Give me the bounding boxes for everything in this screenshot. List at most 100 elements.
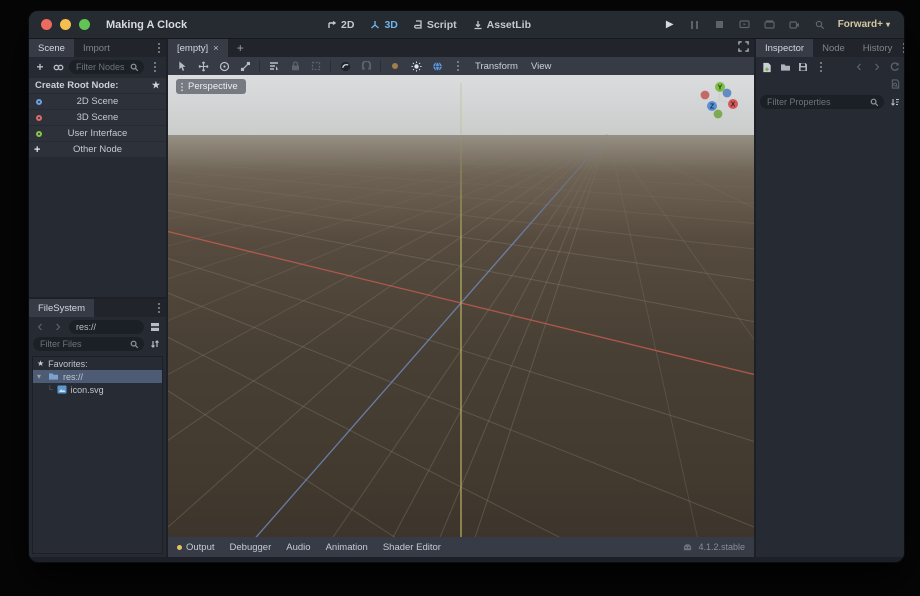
- renderer-dropdown[interactable]: Forward+ ▾: [838, 19, 890, 30]
- history-forward-button[interactable]: ›: [870, 58, 884, 75]
- list-select-button[interactable]: [267, 59, 281, 73]
- filter-properties-input[interactable]: [760, 95, 884, 109]
- movie-maker-button[interactable]: [788, 18, 802, 32]
- bottom-tab-audio[interactable]: Audio: [286, 542, 310, 553]
- filter-nodes-input[interactable]: [69, 60, 144, 74]
- create-3d-scene-button[interactable]: 3D Scene: [29, 110, 166, 125]
- filesystem-tree: ★ Favorites: ▾ res:// └ icon.svg: [32, 356, 163, 554]
- resource-extra-menu-button[interactable]: [814, 66, 828, 68]
- view-menu[interactable]: View: [528, 61, 554, 72]
- new-resource-button[interactable]: [760, 60, 774, 74]
- collapse-caret-icon[interactable]: ▾: [37, 372, 44, 381]
- instance-scene-icon[interactable]: [51, 60, 65, 74]
- ui-scene-icon: [36, 130, 42, 137]
- lock-node-button[interactable]: [288, 59, 302, 73]
- pause-button[interactable]: [688, 18, 702, 32]
- select-mode-button[interactable]: [175, 59, 189, 73]
- scene-tree-menu-button[interactable]: [148, 66, 162, 68]
- bottom-tab-output[interactable]: Output: [177, 542, 215, 553]
- search-icon: [870, 98, 879, 106]
- play-button[interactable]: ▶: [663, 18, 677, 32]
- viewport-extra-menu-button[interactable]: [451, 65, 465, 67]
- godot-editor-window: Making A Clock 2D 3D Script AssetLib ▶ F…: [28, 10, 905, 563]
- tab-import[interactable]: Import: [74, 39, 119, 57]
- window-title: Making A Clock: [106, 18, 188, 31]
- view-axis-gizmo[interactable]: Y X Z: [696, 79, 742, 125]
- scene-tab-empty[interactable]: [empty] ×: [168, 39, 228, 57]
- macos-window-controls: [41, 19, 90, 30]
- chevron-down-icon: ▾: [885, 20, 890, 29]
- search-icon: [130, 63, 139, 71]
- bottom-tab-debugger[interactable]: Debugger: [230, 542, 272, 553]
- assetlib-download-icon: [474, 20, 482, 29]
- run-toolbar: ▶ Forward+ ▾: [663, 11, 890, 38]
- tab-filesystem[interactable]: FileSystem: [29, 299, 94, 317]
- version-info[interactable]: 4.1.2.stable: [682, 542, 745, 552]
- bottom-tab-animation[interactable]: Animation: [326, 542, 368, 553]
- right-dock: Inspector Node History ‹ › Filter Proper…: [756, 39, 904, 557]
- add-node-button[interactable]: +: [33, 60, 47, 74]
- tab-assetlib[interactable]: AssetLib: [473, 19, 531, 31]
- property-sort-button[interactable]: [888, 95, 902, 109]
- transform-menu[interactable]: Transform: [472, 61, 521, 72]
- tab-3d[interactable]: 3D: [370, 19, 398, 31]
- filesystem-menu-button[interactable]: [152, 299, 166, 317]
- title-bar: Making A Clock 2D 3D Script AssetLib ▶ F…: [29, 11, 904, 39]
- tab-script[interactable]: Script: [413, 19, 457, 31]
- quick-search-button[interactable]: [813, 18, 827, 32]
- sun-settings-button[interactable]: [409, 59, 423, 73]
- godot-logo-icon: [684, 543, 692, 550]
- save-resource-button[interactable]: [796, 60, 810, 74]
- create-root-node-header: Create Root Node: ★: [29, 78, 166, 93]
- tree-row-res[interactable]: ▾ res://: [33, 370, 162, 383]
- create-2d-scene-button[interactable]: 2D Scene: [29, 94, 166, 109]
- rotate-mode-button[interactable]: [217, 59, 231, 73]
- fs-split-mode-button[interactable]: [148, 320, 162, 334]
- local-space-toggle[interactable]: [338, 59, 352, 73]
- perspective-button[interactable]: Perspective: [176, 79, 246, 94]
- expand-viewport-button[interactable]: [736, 39, 750, 53]
- svg-text:Z: Z: [710, 104, 715, 111]
- maximize-window-button[interactable]: [79, 19, 90, 30]
- close-window-button[interactable]: [41, 19, 52, 30]
- minimize-window-button[interactable]: [60, 19, 71, 30]
- preview-environment-toggle[interactable]: [430, 59, 444, 73]
- favorites-row[interactable]: ★ Favorites:: [33, 357, 162, 370]
- tree-row-icon-svg[interactable]: └ icon.svg: [33, 383, 162, 396]
- group-node-button[interactable]: [309, 59, 323, 73]
- add-scene-tab-button[interactable]: +: [228, 39, 253, 57]
- fs-sort-button[interactable]: [148, 337, 162, 351]
- favorite-star-icon[interactable]: ★: [152, 80, 160, 91]
- snap-toggle[interactable]: [359, 59, 373, 73]
- tab-history[interactable]: History: [854, 39, 902, 57]
- load-resource-button[interactable]: [778, 60, 792, 74]
- tab-2d[interactable]: 2D: [327, 19, 354, 31]
- open-docs-button[interactable]: [888, 77, 902, 91]
- fs-path-field[interactable]: [69, 320, 144, 334]
- fs-back-button[interactable]: ‹: [33, 318, 47, 335]
- tab-node[interactable]: Node: [813, 39, 854, 57]
- fs-forward-button[interactable]: ›: [51, 318, 65, 335]
- scale-mode-button[interactable]: [238, 59, 252, 73]
- filter-files-input[interactable]: [33, 337, 144, 351]
- tab-inspector[interactable]: Inspector: [756, 39, 814, 57]
- tab-scene[interactable]: Scene: [29, 39, 74, 57]
- history-list-button[interactable]: [888, 60, 902, 74]
- create-other-node-button[interactable]: + Other Node: [29, 142, 166, 157]
- preview-sun-toggle[interactable]: [388, 59, 402, 73]
- scene-panel-menu-button[interactable]: [152, 39, 166, 57]
- bottom-panel-bar: Output Debugger Audio Animation Shader E…: [168, 537, 754, 557]
- remote-debug-button[interactable]: [738, 18, 752, 32]
- bottom-tab-shader-editor[interactable]: Shader Editor: [383, 542, 441, 553]
- close-icon[interactable]: ×: [213, 43, 219, 54]
- 3d-viewport[interactable]: Perspective Y X Z: [168, 75, 754, 537]
- inspector-dock-menu-button[interactable]: [901, 39, 904, 57]
- stop-button[interactable]: [713, 18, 727, 32]
- 2d-scene-icon: [36, 98, 42, 105]
- scene-panel: Scene Import + Cre: [29, 39, 166, 297]
- play-scene-button[interactable]: [763, 18, 777, 32]
- create-user-interface-button[interactable]: User Interface: [29, 126, 166, 141]
- viewport-grid: [168, 83, 754, 537]
- history-back-button[interactable]: ‹: [852, 58, 866, 75]
- move-mode-button[interactable]: [196, 59, 210, 73]
